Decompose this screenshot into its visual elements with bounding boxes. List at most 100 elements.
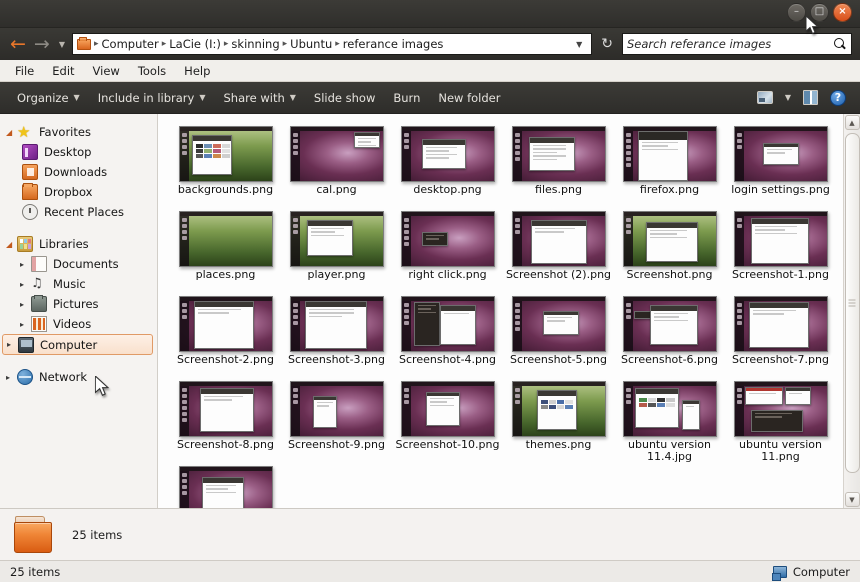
sidebar-label-desktop: Desktop [44, 145, 91, 159]
sidebar-item-documents[interactable]: ▸ Documents [0, 254, 157, 274]
address-dropdown-icon[interactable]: ▼ [571, 40, 587, 49]
file-thumbnail [623, 126, 717, 182]
scrollbar-track[interactable] [845, 131, 860, 491]
expand-twisty-icon[interactable]: ◢ [6, 240, 17, 249]
sidebar-item-desktop[interactable]: Desktop [0, 142, 157, 162]
breadcrumb-ubuntu[interactable]: Ubuntu [288, 37, 334, 51]
list-item[interactable]: Screenshot-1.png [725, 209, 836, 294]
list-item[interactable]: ubuntu version 11.png [725, 379, 836, 464]
sidebar-item-recent-places[interactable]: Recent Places [0, 202, 157, 222]
chevron-down-icon: ▼ [785, 93, 791, 102]
menu-help[interactable]: Help [175, 62, 219, 80]
sidebar-item-dropbox[interactable]: Dropbox [0, 182, 157, 202]
thumbnail-wrap [179, 209, 273, 269]
search-input[interactable] [627, 37, 834, 51]
list-item[interactable]: login settings.png [725, 124, 836, 209]
back-button[interactable]: ← [8, 35, 28, 54]
file-list-pane[interactable]: backgrounds.png cal.png [158, 114, 860, 508]
menu-view[interactable]: View [84, 62, 129, 80]
menu-edit[interactable]: Edit [43, 62, 83, 80]
list-item[interactable]: cal.png [281, 124, 392, 209]
file-thumbnail [401, 296, 495, 352]
list-item[interactable]: Screenshot-7.png [725, 294, 836, 379]
scroll-down-button[interactable]: ▼ [845, 492, 860, 507]
file-thumbnail [512, 211, 606, 267]
search-box[interactable] [622, 33, 852, 55]
list-item[interactable]: places.png [170, 209, 281, 294]
list-item[interactable]: Screenshot-2.png [170, 294, 281, 379]
list-item[interactable]: Screenshot-6.png [614, 294, 725, 379]
sidebar-item-videos[interactable]: ▸ Videos [0, 314, 157, 334]
scrollbar-thumb[interactable] [845, 133, 860, 473]
sidebar-item-network[interactable]: ▸ Network [0, 367, 157, 387]
expand-twisty-icon[interactable]: ▸ [20, 320, 31, 329]
sidebar-group-favorites[interactable]: ◢ ★ Favorites [0, 122, 157, 142]
refresh-button[interactable]: ↻ [596, 36, 618, 52]
file-name: player.png [307, 269, 365, 281]
list-item[interactable]: themes.png [503, 379, 614, 464]
share-with-button[interactable]: Share with ▼ [215, 87, 305, 109]
list-item[interactable]: right click.png [392, 209, 503, 294]
list-item[interactable]: player.png [281, 209, 392, 294]
breadcrumb-referance-images[interactable]: referance images [341, 37, 446, 51]
address-toolbar: ← → ▼ ▸ Computer ▸ LaCie (I:) ▸ skinning… [0, 28, 860, 60]
list-item[interactable]: Screenshot-4.png [392, 294, 503, 379]
list-item[interactable] [170, 464, 281, 508]
thumbnail-wrap [401, 209, 495, 269]
sidebar-item-downloads[interactable]: Downloads [0, 162, 157, 182]
organize-button[interactable]: Organize ▼ [8, 87, 89, 109]
list-item[interactable]: files.png [503, 124, 614, 209]
list-item[interactable]: firefox.png [614, 124, 725, 209]
list-item[interactable]: ubuntu version 11.4.jpg [614, 379, 725, 464]
expand-twisty-icon[interactable]: ◢ [6, 128, 17, 137]
sidebar-group-libraries[interactable]: ◢ Libraries [0, 234, 157, 254]
list-item[interactable]: Screenshot.png [614, 209, 725, 294]
list-item[interactable]: Screenshot-3.png [281, 294, 392, 379]
menu-file[interactable]: File [6, 62, 43, 80]
change-view-button[interactable] [751, 88, 779, 107]
burn-button[interactable]: Burn [384, 87, 429, 109]
breadcrumb-lacie[interactable]: LaCie (I:) [167, 37, 223, 51]
thumbnail-wrap [179, 379, 273, 439]
expand-twisty-icon[interactable]: ▸ [7, 340, 18, 349]
file-thumbnail [179, 211, 273, 267]
expand-twisty-icon[interactable]: ▸ [20, 260, 31, 269]
thumbnail-wrap [179, 294, 273, 354]
help-button[interactable]: ? [824, 87, 852, 109]
breadcrumb-computer[interactable]: Computer [100, 37, 161, 51]
maximize-button[interactable]: □ [810, 3, 829, 22]
file-thumbnail [179, 296, 273, 352]
sidebar-item-computer[interactable]: ▸ Computer [2, 334, 153, 355]
menu-tools[interactable]: Tools [129, 62, 175, 80]
list-item[interactable]: Screenshot-5.png [503, 294, 614, 379]
thumbnail-wrap [401, 294, 495, 354]
scroll-up-button[interactable]: ▲ [845, 115, 860, 130]
include-in-library-button[interactable]: Include in library ▼ [89, 87, 215, 109]
forward-button[interactable]: → [32, 35, 52, 54]
status-location-label: Computer [793, 565, 850, 579]
file-name: cal.png [316, 184, 356, 196]
slide-show-button[interactable]: Slide show [305, 87, 384, 109]
vertical-scrollbar[interactable]: ▲ ▼ [843, 114, 860, 508]
expand-twisty-icon[interactable]: ▸ [6, 373, 17, 382]
list-item[interactable]: Screenshot-8.png [170, 379, 281, 464]
preview-pane-button[interactable] [797, 87, 824, 108]
close-button[interactable]: × [833, 3, 852, 22]
list-item[interactable]: backgrounds.png [170, 124, 281, 209]
list-item[interactable]: Screenshot-10.png [392, 379, 503, 464]
expand-twisty-icon[interactable]: ▸ [20, 300, 31, 309]
list-item[interactable]: Screenshot (2).png [503, 209, 614, 294]
list-item[interactable]: desktop.png [392, 124, 503, 209]
list-item[interactable]: Screenshot-9.png [281, 379, 392, 464]
breadcrumb-skinning[interactable]: skinning [229, 37, 281, 51]
sidebar-item-music[interactable]: ▸ ♫ Music [0, 274, 157, 294]
file-name: Screenshot-9.png [288, 439, 385, 451]
address-bar[interactable]: ▸ Computer ▸ LaCie (I:) ▸ skinning ▸ Ubu… [72, 33, 592, 55]
view-dropdown-button[interactable]: ▼ [779, 90, 797, 105]
new-folder-button[interactable]: New folder [429, 87, 509, 109]
sidebar-item-pictures[interactable]: ▸ Pictures [0, 294, 157, 314]
history-dropdown-icon[interactable]: ▼ [56, 40, 68, 49]
expand-twisty-icon[interactable]: ▸ [20, 280, 31, 289]
minimize-button[interactable]: – [787, 3, 806, 22]
file-thumbnail [290, 296, 384, 352]
